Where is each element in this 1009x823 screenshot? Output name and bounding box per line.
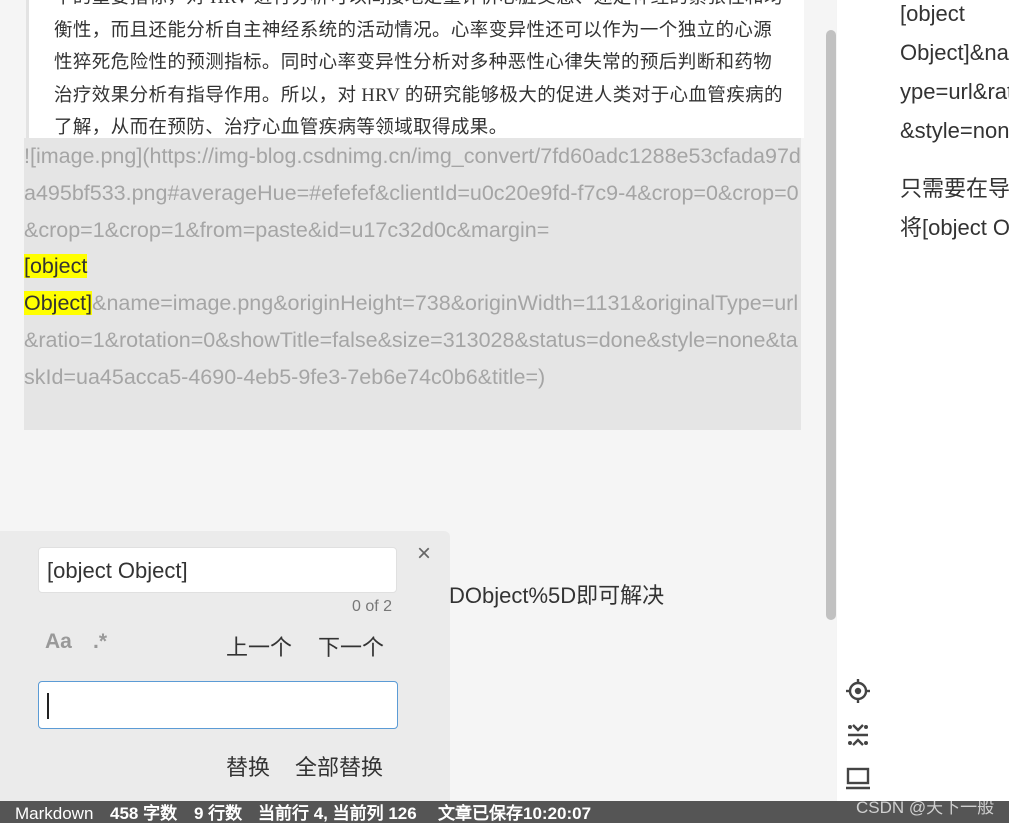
replace-button[interactable]: 替换 xyxy=(226,750,270,782)
match-count: 0 of 2 xyxy=(352,598,393,615)
preview-text-line: 将[object Object]替换为 xyxy=(900,215,1009,240)
find-replace-panel: [object Object] × 0 of 2 Aa .* 上一个 下一个 替… xyxy=(0,531,450,801)
preview-line: 治疗效果分析有指导作用。所以，对 HRV 的研究能够极大的促进人类对于心血管疾病… xyxy=(54,85,783,106)
watermark: CSDN @天下一般 xyxy=(856,801,995,817)
save-status: 文章已保存10:20:07 xyxy=(438,804,592,823)
sync-scroll-icon[interactable] xyxy=(845,722,871,748)
source-text-after: &name=image.png&originHeight=738&originW… xyxy=(24,291,799,389)
preview-line: 中的重要指标，对 HRV 进行分析可以间接地定量评价心脏交感、迷走神经的紧张性和… xyxy=(54,0,786,15)
quote-preview-block: 中的重要指标，对 HRV 进行分析可以间接地定量评价心脏交感、迷走神经的紧张性和… xyxy=(26,0,804,138)
monitor-icon[interactable] xyxy=(845,766,871,792)
editor-scrollbar-thumb[interactable] xyxy=(826,30,836,620)
source-text-before: ![image.png](https://img-blog.csdnimg.cn… xyxy=(24,144,801,242)
preview-line: 衡性，而且还能分析自主神经系统的活动情况。心率变异性还可以作为一个独立的心源 xyxy=(54,20,773,41)
markdown-image-source[interactable]: ![image.png](https://img-blog.csdnimg.cn… xyxy=(24,138,801,430)
preview-text-line: &style=none&taskId xyxy=(900,118,1009,143)
cursor-position: 当前行 4, 当前列 126 xyxy=(258,804,417,823)
find-input[interactable]: [object Object] xyxy=(38,547,397,593)
match-case-toggle[interactable]: Aa xyxy=(45,630,72,654)
line-count: 9 行数 xyxy=(194,804,243,823)
replace-input[interactable] xyxy=(38,681,398,729)
locate-icon[interactable] xyxy=(845,678,871,704)
close-icon[interactable]: × xyxy=(413,542,435,566)
previous-match-button[interactable]: 上一个 xyxy=(226,630,292,662)
regex-toggle[interactable]: .* xyxy=(93,630,107,654)
preview-text: [object Object]&name=image.png&originHei… xyxy=(900,0,1009,247)
preview-text-line: 只需要在导入后将文章中的 xyxy=(900,176,1009,201)
preview-panel: [object Object]&name=image.png&originHei… xyxy=(837,0,1009,801)
status-bar: Markdown 458 字数 9 行数 当前行 4, 当前列 126 文章已保… xyxy=(0,801,1009,823)
preview-text-line: Object]&name=image.png&originHeight xyxy=(900,40,1009,65)
preview-text-line: [object xyxy=(900,1,965,26)
preview-line: 性猝死危险性的预测指标。同时心率变异性分析对多种恶性心律失常的预后判断和药物 xyxy=(54,53,773,73)
search-highlight: [object xyxy=(24,254,88,279)
word-count: 458 字数 xyxy=(110,804,178,823)
editor-text-line: DObject%5D即可解决 xyxy=(449,583,665,608)
text-caret xyxy=(47,693,49,719)
preview-text-line: ype=url&ratio=1&rotation=0&showTitle xyxy=(900,79,1009,104)
next-match-button[interactable]: 下一个 xyxy=(318,630,384,662)
editor-mode: Markdown xyxy=(15,804,94,823)
replace-all-button[interactable]: 全部替换 xyxy=(295,750,383,782)
search-highlight: Object] xyxy=(24,291,93,316)
